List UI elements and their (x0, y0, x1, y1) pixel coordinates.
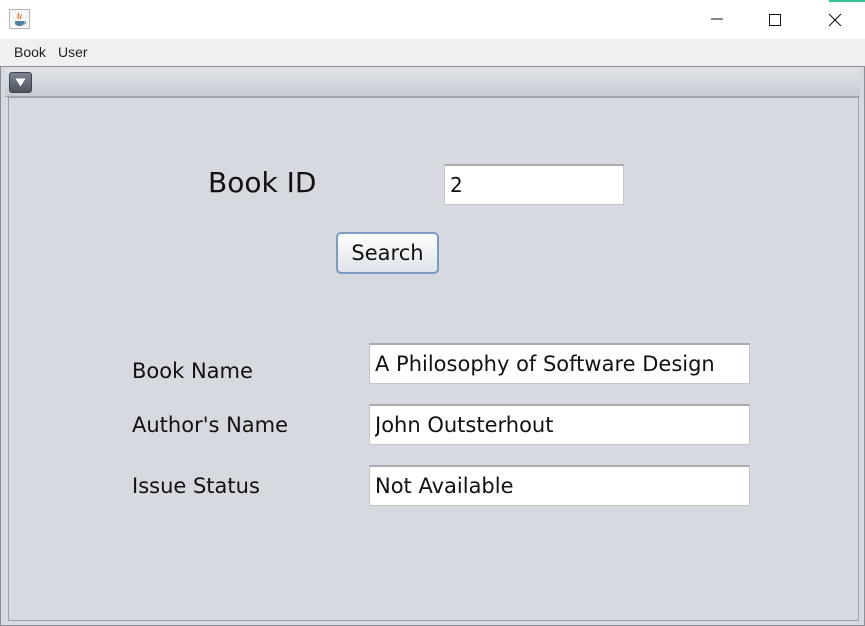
maximize-button[interactable] (746, 0, 804, 39)
minimize-button[interactable] (688, 0, 746, 39)
system-menu-button[interactable] (9, 72, 32, 93)
internal-frame: Book ID Search Book Name Author's Name I… (0, 66, 865, 626)
search-button[interactable]: Search (336, 232, 439, 274)
title-bar (0, 0, 865, 39)
book-id-label: Book ID (208, 166, 317, 199)
dropdown-triangle-icon (15, 78, 26, 87)
java-app-icon[interactable] (9, 9, 30, 29)
internal-frame-title-bar[interactable] (5, 68, 860, 97)
close-icon (828, 13, 842, 27)
search-book-panel: Book ID Search Book Name Author's Name I… (8, 97, 859, 621)
book-name-field[interactable] (369, 343, 750, 384)
maximize-icon (769, 14, 781, 26)
book-name-label: Book Name (132, 359, 253, 383)
issue-status-field[interactable] (369, 465, 750, 506)
book-id-input[interactable] (444, 164, 624, 205)
author-name-label: Author's Name (132, 413, 289, 437)
author-name-field[interactable] (369, 404, 750, 445)
menu-book[interactable]: Book (14, 44, 46, 60)
menu-bar: Book User (0, 39, 865, 66)
minimize-icon (711, 18, 723, 20)
issue-status-label: Issue Status (132, 474, 260, 498)
menu-user[interactable]: User (58, 44, 88, 60)
close-button[interactable] (806, 0, 864, 39)
